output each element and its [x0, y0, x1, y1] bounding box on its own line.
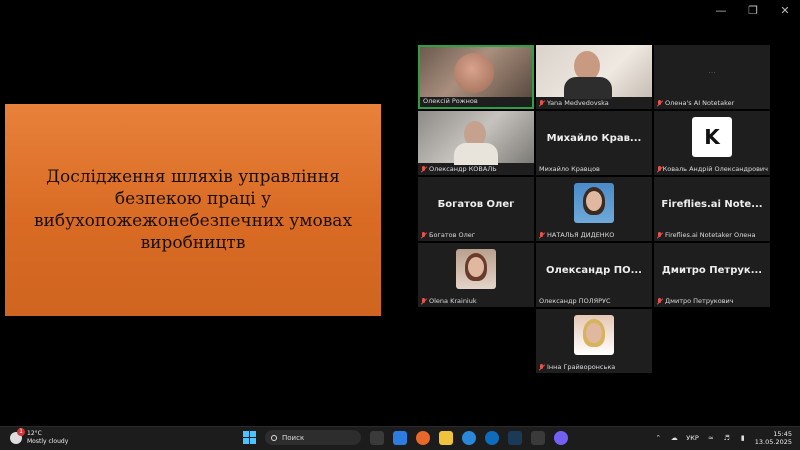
window-controls: — ❐ ✕: [714, 4, 792, 18]
participant-tile[interactable]: Yana Medvedovska: [536, 45, 652, 109]
close-icon[interactable]: ✕: [778, 4, 792, 18]
participant-name: Коваль Андрій Олександрович: [662, 165, 768, 173]
notetaker-video: · · ·: [708, 70, 716, 75]
shared-slide: Дослідження шляхів управління безпекою п…: [5, 104, 381, 316]
participant-name: Дмитро Петрукович: [665, 297, 734, 305]
file-explorer-icon[interactable]: [439, 430, 453, 445]
mic-muted-icon: [421, 297, 427, 305]
system-tray: ⌃ ☁ УКР ≈ ♬ ▮ 15:45 13.05.2025: [654, 430, 792, 446]
logo-icon: K: [704, 125, 720, 149]
participant-tile[interactable]: Олексій Рожнов: [418, 45, 534, 109]
participant-name: Богатов Олег: [429, 231, 476, 239]
app-icon[interactable]: [393, 430, 407, 445]
search-icon: [271, 434, 277, 441]
avatar: K: [692, 117, 732, 157]
mic-muted-icon: [657, 297, 663, 305]
clock[interactable]: 15:45 13.05.2025: [755, 430, 792, 446]
participant-tile[interactable]: Олександр КОВАЛЬ: [418, 111, 534, 175]
participant-video: [418, 111, 534, 165]
participant-tile[interactable]: K Коваль Андрій Олександрович: [654, 111, 770, 175]
participant-tile[interactable]: Богатов Олег Богатов Олег: [418, 177, 534, 241]
participant-name: Олександр ПОЛЯРУС: [539, 297, 611, 305]
mic-muted-icon: [657, 231, 663, 239]
app-icon[interactable]: [531, 430, 545, 445]
weather-temperature: 12°C: [27, 430, 42, 437]
participant-name: Fireflies.ai Notetaker Олена: [665, 231, 756, 239]
minimize-icon[interactable]: —: [714, 4, 728, 18]
participant-tile[interactable]: Дмитро Петрук... Дмитро Петрукович: [654, 243, 770, 307]
participant-video: [536, 45, 652, 99]
participant-name: Olena Krainiuk: [429, 297, 477, 305]
cloud-icon[interactable]: ☁: [670, 434, 678, 442]
participant-display-name: Fireflies.ai Note...: [661, 199, 763, 210]
slide-title: Дослідження шляхів управління безпекою п…: [33, 167, 353, 253]
avatar: [574, 315, 614, 355]
language-indicator[interactable]: УКР: [686, 434, 699, 442]
chevron-up-icon[interactable]: ⌃: [654, 434, 662, 442]
participant-tile[interactable]: Інна Грайворонська: [536, 309, 652, 373]
participant-display-name: Михайло Крав...: [546, 133, 642, 144]
participant-tile[interactable]: НАТАЛЬЯ ДИДЕНКО: [536, 177, 652, 241]
mic-muted-icon: [539, 99, 545, 107]
participant-name: Михайло Кравцов: [539, 165, 600, 173]
clock-time: 15:45: [773, 430, 792, 438]
participant-video: [420, 47, 532, 97]
participant-tile[interactable]: Олександр ПО... Олександр ПОЛЯРУС: [536, 243, 652, 307]
participant-display-name: Олександр ПО...: [546, 265, 642, 276]
volume-icon[interactable]: ♬: [723, 434, 731, 442]
battery-icon[interactable]: ▮: [739, 434, 747, 442]
task-view-icon[interactable]: [370, 430, 384, 445]
zoom-icon[interactable]: [462, 430, 476, 445]
restore-icon[interactable]: ❐: [746, 4, 760, 18]
participant-name: НАТАЛЬЯ ДИДЕНКО: [547, 231, 615, 239]
taskbar: 12°C Mostly cloudy Поиск ⌃ ☁ УКР ≈: [0, 426, 800, 450]
mic-muted-icon: [657, 99, 663, 107]
weather-widget[interactable]: 12°C Mostly cloudy: [10, 428, 69, 446]
participant-name: Олександр КОВАЛЬ: [429, 165, 497, 173]
weather-condition: Mostly cloudy: [27, 438, 69, 445]
participant-name: Інна Грайворонська: [547, 363, 616, 371]
edge-icon[interactable]: [485, 430, 499, 445]
mic-muted-icon: [539, 231, 545, 239]
start-button[interactable]: [243, 431, 256, 444]
taskbar-search[interactable]: Поиск: [265, 430, 361, 445]
mic-muted-icon: [421, 165, 427, 173]
lightroom-icon[interactable]: [508, 430, 522, 445]
avatar: [574, 183, 614, 223]
mic-muted-icon: [421, 231, 427, 239]
taskbar-apps: Поиск: [243, 430, 568, 445]
firefox-icon[interactable]: [416, 430, 430, 445]
viber-icon[interactable]: [554, 430, 568, 445]
wifi-icon[interactable]: ≈: [707, 434, 715, 442]
participant-gallery: Олексій Рожнов Yana Medvedovska · · · Ол…: [418, 45, 770, 375]
participant-display-name: Богатов Олег: [437, 199, 515, 210]
participant-tile[interactable]: Olena Krainiuk: [418, 243, 534, 307]
participant-tile[interactable]: Михайло Крав... Михайло Кравцов: [536, 111, 652, 175]
participant-name: Олексій Рожнов: [423, 97, 478, 105]
weather-icon: [10, 428, 25, 444]
clock-date: 13.05.2025: [754, 438, 792, 446]
participant-name: Yana Medvedovska: [547, 99, 609, 107]
mic-muted-icon: [657, 165, 661, 173]
mic-muted-icon: [539, 363, 545, 371]
avatar: [456, 249, 496, 289]
participant-tile[interactable]: · · · Олена's AI Notetaker: [654, 45, 770, 109]
meeting-window: — ❐ ✕ Дослідження шляхів управління безп…: [0, 0, 800, 450]
participant-display-name: Дмитро Петрук...: [661, 265, 763, 276]
search-placeholder: Поиск: [282, 433, 305, 442]
participant-tile[interactable]: Fireflies.ai Note... Fireflies.ai Noteta…: [654, 177, 770, 241]
participant-name: Олена's AI Notetaker: [665, 99, 735, 107]
